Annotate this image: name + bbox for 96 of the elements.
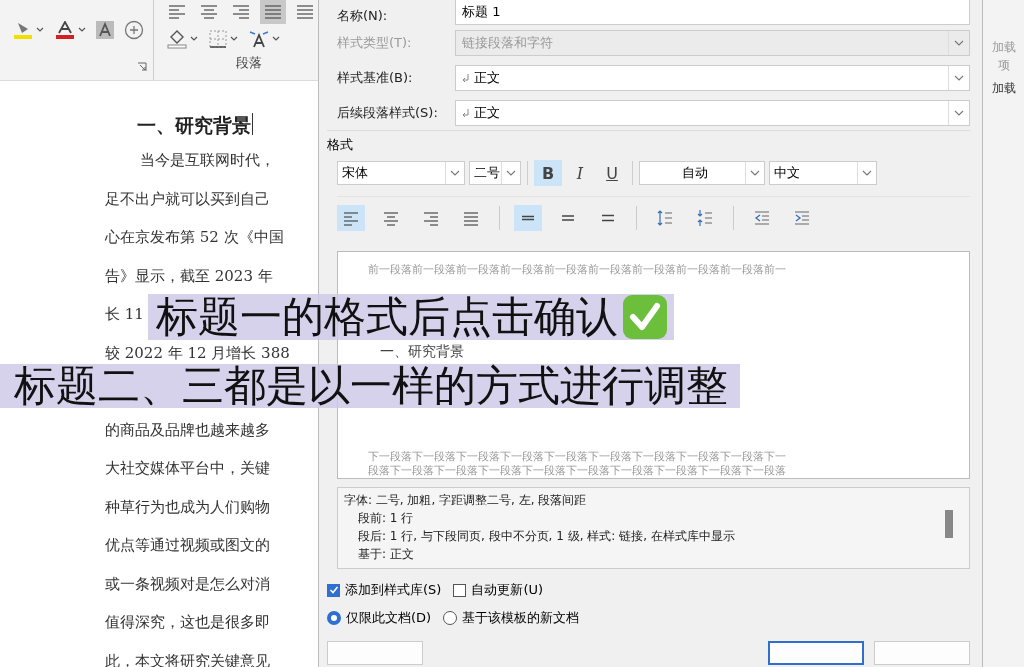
bold-button[interactable]: B	[534, 160, 562, 186]
document-text-line: 心在京发布第 52 次《中国	[105, 228, 284, 246]
align-right-icon	[422, 209, 440, 227]
dialog-launcher-button[interactable]	[135, 60, 149, 74]
field-value: 正文	[474, 103, 501, 122]
circled-character-icon	[124, 20, 144, 40]
description-text: 基于: 正文	[357, 546, 414, 563]
ok-button[interactable]	[768, 641, 864, 665]
document-text-line: 或一条视频对是怎么对消	[105, 574, 270, 593]
document-text-line: 告》显示，截至 2023 年	[105, 266, 273, 285]
caret-icon[interactable]	[272, 36, 280, 42]
section-label: 格式	[327, 136, 354, 154]
font-color-dropdown[interactable]: 自动	[639, 161, 765, 185]
field-label: 样式基准(B):	[337, 68, 414, 87]
field-value: 正文	[474, 68, 501, 87]
document-text-line: 此，本文将研究关键意见	[105, 651, 270, 667]
combo-value: 自动	[680, 164, 709, 182]
font-color-icon	[54, 21, 76, 39]
field-label: 后续段落样式(S):	[337, 103, 439, 122]
italic-button[interactable]: I	[566, 160, 594, 186]
document-text-line: 足不出户就可以买到自己	[105, 189, 270, 208]
enclose-character-button[interactable]	[122, 18, 146, 42]
document-text-line: 优点等通过视频或图文的	[105, 536, 270, 554]
combo-value: 宋体	[341, 164, 369, 182]
combo-value: 中文	[773, 164, 801, 182]
description-text: 字体: 二号, 加粗, 字距调整二号, 左, 段落间距	[344, 492, 587, 509]
align-distributed-icon	[295, 2, 315, 22]
align-left-icon	[167, 2, 187, 22]
align-justify-icon	[263, 2, 283, 22]
caret-icon[interactable]	[36, 27, 44, 33]
document-text-line: 当今是互联网时代，	[140, 151, 275, 169]
document-text-line: 长 11	[105, 305, 144, 323]
preview-filler-text: 下一段落下一段落下一段落下一段落下一段落下一段落下一段落下一段落下一段落下一	[368, 449, 786, 463]
document-text-line: 值得深究，这也是很多即	[105, 613, 270, 631]
scrollbar-thumb[interactable]	[945, 510, 953, 538]
radio-label: 仅限此文档(D)	[346, 609, 432, 627]
caret-icon[interactable]	[230, 36, 238, 42]
group-label: 段落	[236, 54, 263, 72]
group-label: 加载	[991, 80, 1016, 97]
caption-text: 标题二、三都是以一样的方式进行调整	[14, 364, 728, 408]
combo-value: 二号	[473, 164, 501, 182]
document-text-line: 较 2022 年 12 月增长 388	[105, 343, 290, 362]
launcher-icon	[137, 62, 147, 72]
letter-a-arrows-icon	[248, 29, 270, 49]
document-heading: 一、研究背景	[137, 113, 251, 138]
paragraph-mark-icon	[462, 72, 470, 83]
checkbox-label: 添加到样式库(S)	[345, 581, 442, 599]
checkbox[interactable]	[327, 583, 340, 597]
line-spacing-single-button[interactable]	[514, 205, 542, 231]
checkbox-label: 自动更新(U)	[471, 581, 544, 599]
spacing-increase-icon	[656, 209, 674, 227]
field-value: 链接段落和字符	[462, 33, 554, 52]
shaded-letter-icon	[96, 21, 114, 39]
language-dropdown[interactable]: 中文	[769, 161, 877, 185]
style-dropdown[interactable]: 正文	[455, 64, 970, 91]
align-center-icon	[382, 209, 400, 227]
checkmark-icon	[328, 585, 339, 595]
preview-filler-text: 前一段落前一段落前一段落前一段落前一段落前一段落前一段落前一段落前一段落前一	[368, 262, 786, 276]
preview-filler-text: 段落下一段落下一段落下一段落下一段落下一段落下一段落下一段落下一段落下一段落	[368, 463, 786, 477]
name-field[interactable]: 标题 1	[455, 0, 970, 25]
font-dropdown[interactable]: 宋体	[337, 161, 465, 185]
align-right-icon	[231, 2, 251, 22]
align-justify-icon	[462, 209, 480, 227]
paragraph-mark-icon	[462, 107, 470, 118]
caption-text: 标题一的格式后点击确认	[156, 295, 618, 339]
underline-button[interactable]: U	[598, 160, 626, 186]
indent-icon	[793, 209, 811, 227]
field-label: 样式类型(T):	[337, 33, 413, 52]
align-center-icon	[199, 2, 219, 22]
character-shading-button[interactable]	[94, 19, 116, 41]
field-label: 名称(N):	[337, 7, 389, 25]
paint-bucket-icon	[166, 29, 188, 49]
check-mark-emoji-icon	[622, 294, 668, 340]
radio-button[interactable]	[327, 611, 341, 625]
radio-label: 基于该模板的新文档	[462, 609, 580, 627]
borders-button[interactable]	[206, 27, 240, 51]
preview-sample-heading: 一、研究背景	[380, 343, 464, 359]
checkbox[interactable]	[453, 583, 467, 597]
description-text: 段后: 1 行, 与下段同页, 段中不分页, 1 级, 样式: 链接, 在样式库中显示	[357, 528, 735, 545]
highlighter-icon	[12, 21, 34, 39]
align-left-button[interactable]	[337, 205, 365, 231]
caret-icon[interactable]	[78, 27, 86, 33]
text-cursor	[252, 113, 253, 135]
style-dropdown[interactable]: 正文	[455, 99, 970, 126]
align-left-icon	[342, 209, 360, 227]
outdent-icon	[753, 209, 771, 227]
document-text-line: 种草行为也成为人们购物	[105, 497, 270, 516]
caret-icon[interactable]	[190, 36, 198, 42]
radio-button[interactable]	[443, 611, 458, 625]
document-text-line: 的商品及品牌也越来越多	[105, 420, 270, 439]
document-text-line: 大社交媒体平台中，关键	[105, 459, 270, 477]
font-size-dropdown[interactable]: 二号	[469, 161, 521, 185]
spacing-decrease-icon	[696, 209, 714, 227]
description-text: 段前: 1 行	[357, 510, 414, 527]
border-grid-icon	[208, 29, 228, 49]
field-value: 标题 1	[462, 3, 502, 21]
